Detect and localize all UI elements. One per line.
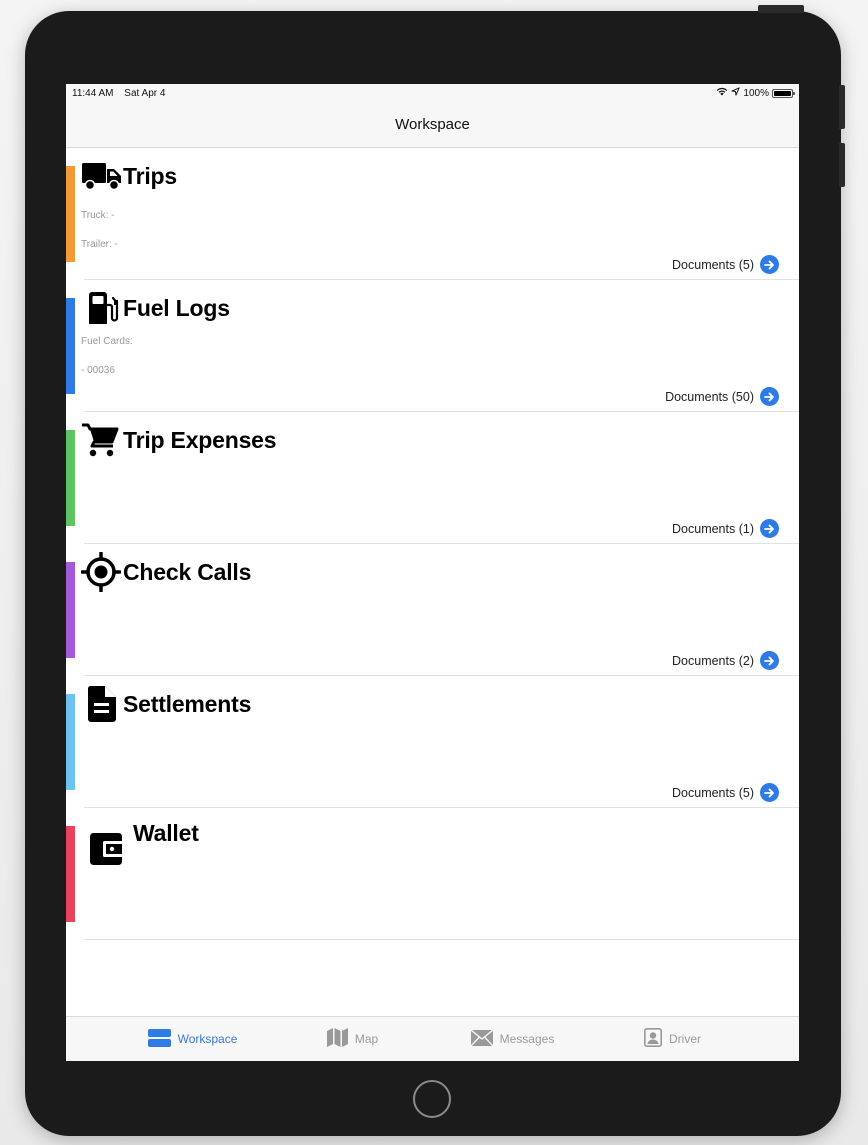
tab-workspace[interactable]: Workspace xyxy=(113,1028,273,1050)
accent-bar xyxy=(66,562,75,658)
arrow-right-icon[interactable] xyxy=(760,651,779,670)
accent-bar xyxy=(66,430,75,526)
page-title: Workspace xyxy=(395,116,470,133)
documents-label: Documents (5) xyxy=(672,257,754,272)
truck-value: Truck: - xyxy=(81,210,115,221)
tab-driver[interactable]: Driver xyxy=(593,1028,753,1050)
arrow-right-icon[interactable] xyxy=(760,255,779,274)
tab-label: Driver xyxy=(669,1032,701,1046)
documents-label: Documents (1) xyxy=(672,521,754,536)
map-icon xyxy=(326,1028,348,1050)
trailer-value: Trailer: - xyxy=(81,239,118,250)
documents-label: Documents (5) xyxy=(672,785,754,800)
section-title: Wallet xyxy=(133,820,199,846)
section-check-calls[interactable]: Check Calls Documents (2) xyxy=(66,544,799,676)
section-wallet[interactable]: Wallet xyxy=(66,808,799,940)
documents-link[interactable]: Documents (50) xyxy=(665,387,779,406)
arrow-right-icon[interactable] xyxy=(760,783,779,802)
section-title: Fuel Logs xyxy=(123,294,230,321)
section-title: Settlements xyxy=(123,690,252,717)
wifi-icon xyxy=(716,87,728,99)
documents-link[interactable]: Documents (5) xyxy=(672,255,779,274)
section-trips[interactable]: Trips Truck: - Trailer: - Documents (5) xyxy=(66,148,799,280)
tab-map[interactable]: Map xyxy=(273,1028,433,1050)
documents-link[interactable]: Documents (1) xyxy=(672,519,779,538)
fuel-card-value: - 00036 xyxy=(81,365,115,376)
accent-bar xyxy=(66,694,75,790)
accent-bar xyxy=(66,166,75,262)
home-button[interactable] xyxy=(413,1080,451,1118)
shopping-cart-icon xyxy=(81,422,123,458)
power-button xyxy=(758,5,804,13)
tab-label: Workspace xyxy=(177,1032,238,1046)
accent-bar xyxy=(66,298,75,394)
divider xyxy=(84,939,799,940)
envelope-icon xyxy=(470,1028,494,1049)
documents-label: Documents (2) xyxy=(672,653,754,668)
section-fuel-logs[interactable]: Fuel Logs Fuel Cards: - 00036 Documents … xyxy=(66,280,799,412)
wallet-icon xyxy=(81,820,133,866)
documents-link[interactable]: Documents (2) xyxy=(672,651,779,670)
truck-icon xyxy=(81,158,123,194)
tab-label: Map xyxy=(354,1032,379,1046)
navigation-bar: Workspace xyxy=(66,102,799,148)
workspace-list: Trips Truck: - Trailer: - Documents (5) xyxy=(66,148,799,940)
volume-up-button xyxy=(839,85,845,129)
arrow-right-icon[interactable] xyxy=(760,387,779,406)
tab-messages[interactable]: Messages xyxy=(433,1028,593,1049)
crosshair-icon xyxy=(81,552,123,592)
workspace-icon xyxy=(147,1028,171,1050)
section-settlements[interactable]: Settlements Documents (5) xyxy=(66,676,799,808)
section-title: Trips xyxy=(123,162,177,189)
status-bar: 11:44 AM Sat Apr 4 100% xyxy=(66,84,799,102)
accent-bar xyxy=(66,826,75,922)
documents-label: Documents (50) xyxy=(665,389,754,404)
documents-link[interactable]: Documents (5) xyxy=(672,783,779,802)
battery-percent: 100% xyxy=(743,87,769,99)
fuel-pump-icon xyxy=(81,290,123,326)
section-trip-expenses[interactable]: Trip Expenses Documents (1) xyxy=(66,412,799,544)
fuel-cards-label: Fuel Cards: xyxy=(81,336,133,347)
arrow-right-icon[interactable] xyxy=(760,519,779,538)
tab-label: Messages xyxy=(499,1032,555,1046)
tab-bar: Workspace Map Messages Driver xyxy=(66,1016,799,1061)
volume-down-button xyxy=(839,143,845,187)
driver-icon xyxy=(644,1028,662,1050)
screen: 11:44 AM Sat Apr 4 100% Workspace Trips … xyxy=(66,84,799,1061)
section-title: Check Calls xyxy=(123,558,252,585)
section-title: Trip Expenses xyxy=(123,426,277,453)
status-time: 11:44 AM xyxy=(72,87,114,99)
status-date: Sat Apr 4 xyxy=(124,87,166,99)
location-icon xyxy=(731,87,741,99)
battery-icon xyxy=(772,88,795,98)
document-icon xyxy=(81,686,123,722)
